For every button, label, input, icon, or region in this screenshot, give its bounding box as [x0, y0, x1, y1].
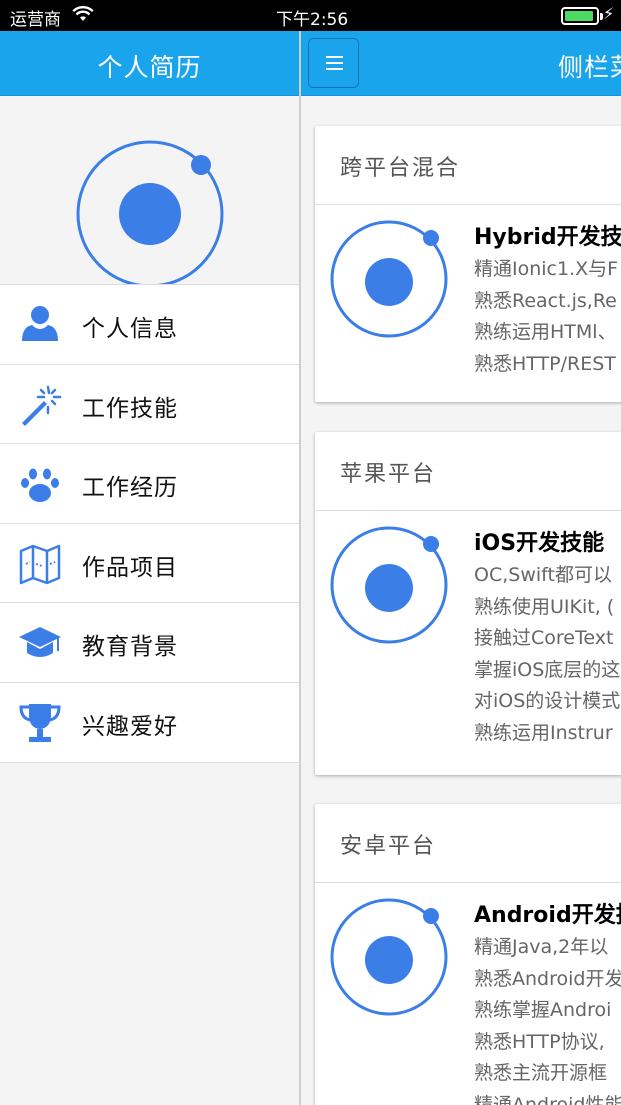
person-icon: [18, 303, 62, 347]
card-line: 熟悉主流开源框: [474, 1062, 608, 1084]
ionic-logo-icon: [75, 139, 225, 293]
ionic-logo-icon: [329, 525, 449, 649]
card-line: 熟悉Android开发: [474, 967, 621, 990]
menu-item-label: 兴趣爱好: [82, 713, 178, 740]
card-line: OC,Swift都可以: [474, 564, 612, 586]
card-title: Android开发技: [474, 903, 621, 928]
card-line: 对iOS的设计模式: [474, 690, 621, 712]
menu-item-personal-info[interactable]: 个人信息: [0, 285, 299, 365]
menu-item-label: 工作技能: [82, 395, 178, 422]
status-time: 下午2:56: [276, 10, 349, 30]
card-header-title: 跨平台混合: [340, 156, 461, 181]
ionic-logo-icon: [329, 897, 449, 1021]
page-title: 侧栏菜: [558, 53, 621, 82]
menu-toggle-button[interactable]: [308, 38, 359, 88]
magic-wand-icon: [18, 383, 62, 427]
card-lines: 精通Java,2年以 熟悉Android开发 熟练掌握Androi 熟悉HTTP…: [474, 932, 621, 1105]
menu-title: 个人简历: [97, 53, 202, 82]
card-line: 精通Ionic1.X与F: [474, 258, 619, 280]
paw-icon: [18, 462, 62, 506]
main-header: 侧栏菜: [301, 31, 621, 96]
card-header: 安卓平台: [315, 804, 621, 883]
card-header: 苹果平台: [315, 432, 621, 511]
main-content: 侧栏菜 跨平台混合 Hybrid开发技 精通Ionic1.X与F 熟悉React…: [301, 31, 621, 1105]
card-lines: 精通Ionic1.X与F 熟悉React.js,Re 熟练运用HTMl、 熟悉H…: [474, 254, 618, 380]
menu-item-label: 个人信息: [82, 316, 178, 342]
menu-item-projects[interactable]: 作品项目: [0, 523, 299, 604]
card-lines: OC,Swift都可以 熟练使用UIKit, ( 接触过CoreText 掌握i…: [474, 560, 620, 749]
card-line: 掌握iOS底层的这: [474, 658, 621, 681]
graduation-cap-icon: [18, 621, 62, 665]
carrier-label: 运营商: [10, 10, 61, 30]
card-header-title: 安卓平台: [340, 834, 437, 859]
menu-item-hobbies[interactable]: 兴趣爱好: [0, 682, 299, 763]
card-ios: 苹果平台 iOS开发技能 OC,Swift都可以 熟练使用UIKit, ( 接触…: [315, 432, 621, 775]
card-line: 熟悉React.js,Re: [474, 289, 617, 312]
card-hybrid: 跨平台混合 Hybrid开发技 精通Ionic1.X与F 熟悉React.js,…: [315, 126, 621, 402]
card-line: 精通Android性能: [474, 1093, 621, 1105]
menu-item-experience[interactable]: 工作经历: [0, 444, 299, 524]
menu-header: 个人简历: [0, 31, 299, 96]
menu-item-education[interactable]: 教育背景: [0, 603, 299, 683]
map-icon: [18, 542, 62, 586]
menu-item-label: 工作经历: [82, 475, 178, 502]
card-line: 熟练运用HTMl、: [474, 321, 617, 343]
card-line: 精通Java,2年以: [474, 936, 609, 958]
card-line: 熟练运用Instrur: [474, 721, 613, 744]
card-line: 接触过CoreText: [474, 627, 614, 649]
card-line: 熟练掌握Androi: [474, 999, 612, 1021]
card-line: 熟悉HTTP协议,: [474, 1030, 605, 1053]
charging-icon: ⚡: [603, 4, 615, 23]
menu-item-label: 作品项目: [82, 554, 178, 581]
status-bar: 运营商 下午2:56 ⚡: [0, 0, 621, 31]
card-title: iOS开发技能: [474, 531, 605, 556]
trophy-icon: [18, 701, 62, 745]
wifi-icon: [72, 6, 94, 27]
ionic-logo-icon: [329, 219, 449, 343]
menu-item-skills[interactable]: 工作技能: [0, 364, 299, 445]
card-title: Hybrid开发技: [474, 225, 621, 250]
card-line: 熟练使用UIKit, (: [474, 595, 615, 618]
battery-icon: [561, 7, 603, 25]
card-line: 熟悉HTTP/REST: [474, 352, 616, 375]
card-android: 安卓平台 Android开发技 精通Java,2年以 熟悉Android开发 熟…: [315, 804, 621, 1105]
menu-list: 个人信息 工作技能 工作经历 作品项目 教育背景 兴趣爱好: [0, 284, 299, 763]
card-header-title: 苹果平台: [340, 462, 437, 487]
menu-item-label: 教育背景: [82, 634, 178, 661]
side-menu: 个人简历 个人信息 工作技能 工作经历 作品项目 教育背景 兴趣爱好: [0, 31, 299, 1105]
card-header: 跨平台混合: [315, 126, 621, 205]
